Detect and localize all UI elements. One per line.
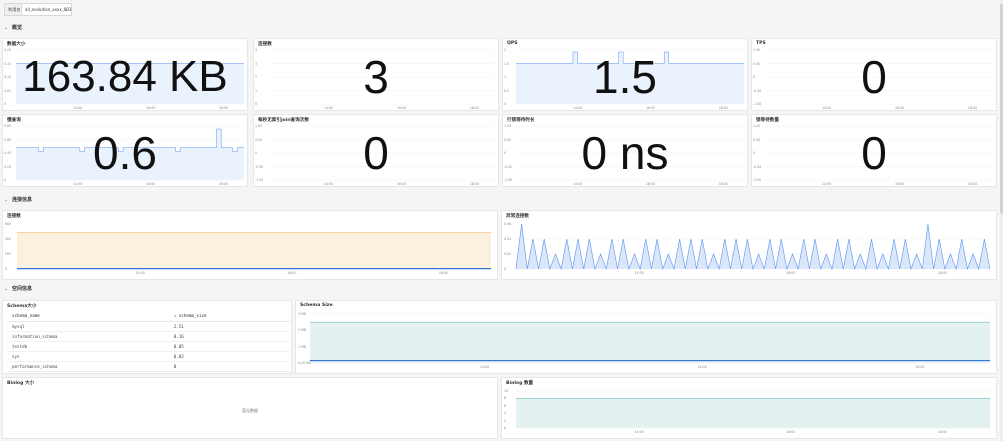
column-header[interactable]: schema_name	[7, 311, 169, 322]
row-title: 空间信息	[12, 286, 33, 292]
panel-schema-table[interactable]: Schema大小 schema_name ↓ schema_size mysql…	[2, 300, 292, 374]
stat-value: 0.6	[93, 126, 157, 179]
schema-name-cell: sys	[7, 351, 169, 362]
collapse-icon: ⌄	[4, 286, 9, 292]
row-title: 概览	[12, 25, 23, 31]
row-overview[interactable]: ⌄ 概览	[4, 22, 22, 34]
area-chart	[516, 390, 990, 429]
stat-value: 0	[861, 126, 887, 179]
schema-size-cell: 0.05	[168, 341, 290, 352]
panel-title: Binlog 大小	[7, 381, 35, 386]
stat-value: 3	[363, 50, 389, 103]
area-fill	[310, 322, 990, 363]
panel-connections[interactable]: 连接数 600 400 200 0 14:00 16:00 18:00	[2, 210, 498, 280]
panel-abnormal-connections[interactable]: 异常连接数 0.06 0.04 0.02 0 14:00 16:00 18:00	[501, 210, 997, 280]
table-row: sys 0.02	[7, 351, 290, 362]
chevron-down-icon: ⌄	[64, 7, 68, 12]
panel-stat[interactable]: 连接数 4 3 2 1 0 14:00 16:00 18:00 3	[253, 38, 499, 111]
schema-name-cell: information_schema	[7, 331, 169, 342]
panel-stat[interactable]: 数据大小 0.20 0.15 0.10 0.05 0 14:00 16:00 18:00 163.…	[2, 38, 248, 111]
area-fill	[516, 398, 990, 428]
table-row: testdb 0.05	[7, 341, 290, 352]
panel-stat[interactable]: QPS 2 1.5 1 0.5 0 14:00 16:00 18:00 1.5	[502, 38, 748, 111]
table-row: performance_schema 0	[7, 361, 290, 372]
variables-bar: 利用名 all_evolution_xxxx_003 ⌄	[0, 0, 1003, 20]
collapse-icon: ⌄	[4, 25, 9, 31]
area-chart	[17, 223, 491, 270]
panel-stat[interactable]: 锁等待数量 1.00 0.50 0 -0.50 -1.00 14:00 16:00 18:00 0	[751, 114, 997, 187]
area-fill	[516, 224, 990, 269]
stat-value: 0 ns	[581, 126, 669, 179]
instance-select[interactable]: all_evolution_xxxx_003 ⌄	[21, 3, 72, 16]
stat-value: 0	[861, 50, 887, 103]
panel-stat[interactable]: TPS 1.00 0.50 0 -0.50 -1.00 14:00 16:00 18:00 0	[751, 38, 997, 111]
area-chart	[515, 223, 991, 271]
schema-size-cell: 0.02	[168, 351, 290, 362]
panel-binlog-count[interactable]: Binlog 数量 10 8 6 4 2 0 14:00 16:00 18:00	[501, 377, 997, 439]
collapse-icon: ⌄	[4, 197, 9, 203]
table-row: mysql 2.51	[7, 321, 290, 332]
row-title: 连接信息	[12, 197, 33, 203]
no-data-text: 暂无数据	[242, 408, 258, 413]
schema-size-cell: 0	[168, 361, 290, 372]
schema-size-cell: 2.51	[168, 321, 290, 332]
panel-schema-size[interactable]: Schema Size 3 MB 2 MB 1 MB 0.00 MB 14:00 16:0…	[295, 300, 997, 374]
table-row: information_schema 0.16	[7, 331, 290, 342]
panel-binlog-size[interactable]: Binlog 大小 暂无数据	[2, 377, 498, 439]
panel-title: Schema大小	[7, 304, 37, 309]
row-space[interactable]: ⌄ 空间信息	[4, 283, 32, 295]
panel-stat[interactable]: 慢查询 0.80 0.60 0.40 0.20 0 14:00 16:00 18:00 0.6	[2, 114, 248, 187]
row-connections[interactable]: ⌄ 连接信息	[4, 194, 32, 206]
schema-name-cell: testdb	[7, 341, 169, 352]
area-chart	[310, 313, 990, 364]
panel-stat[interactable]: 每秒无索引join查询次数 1.00 0.50 0 -0.50 -1.00 14:00 16:…	[253, 114, 499, 187]
stat-value: 1.5	[593, 50, 657, 103]
schema-table: schema_name ↓ schema_size mysql 2.51 infor…	[7, 311, 290, 372]
schema-name-cell: mysql	[7, 321, 169, 332]
schema-name-cell: performance_schema	[7, 361, 169, 372]
column-header[interactable]: ↓ schema_size	[168, 311, 290, 322]
stat-value: 163.84 KB	[22, 51, 228, 101]
schema-size-cell: 0.16	[168, 331, 290, 342]
panel-stat[interactable]: 行锁等待时长 1.00 0.50 0 -0.50 -1.00 14:00 16:00 18:00…	[502, 114, 748, 187]
area-fill	[17, 232, 491, 269]
stat-value: 0	[363, 126, 389, 179]
